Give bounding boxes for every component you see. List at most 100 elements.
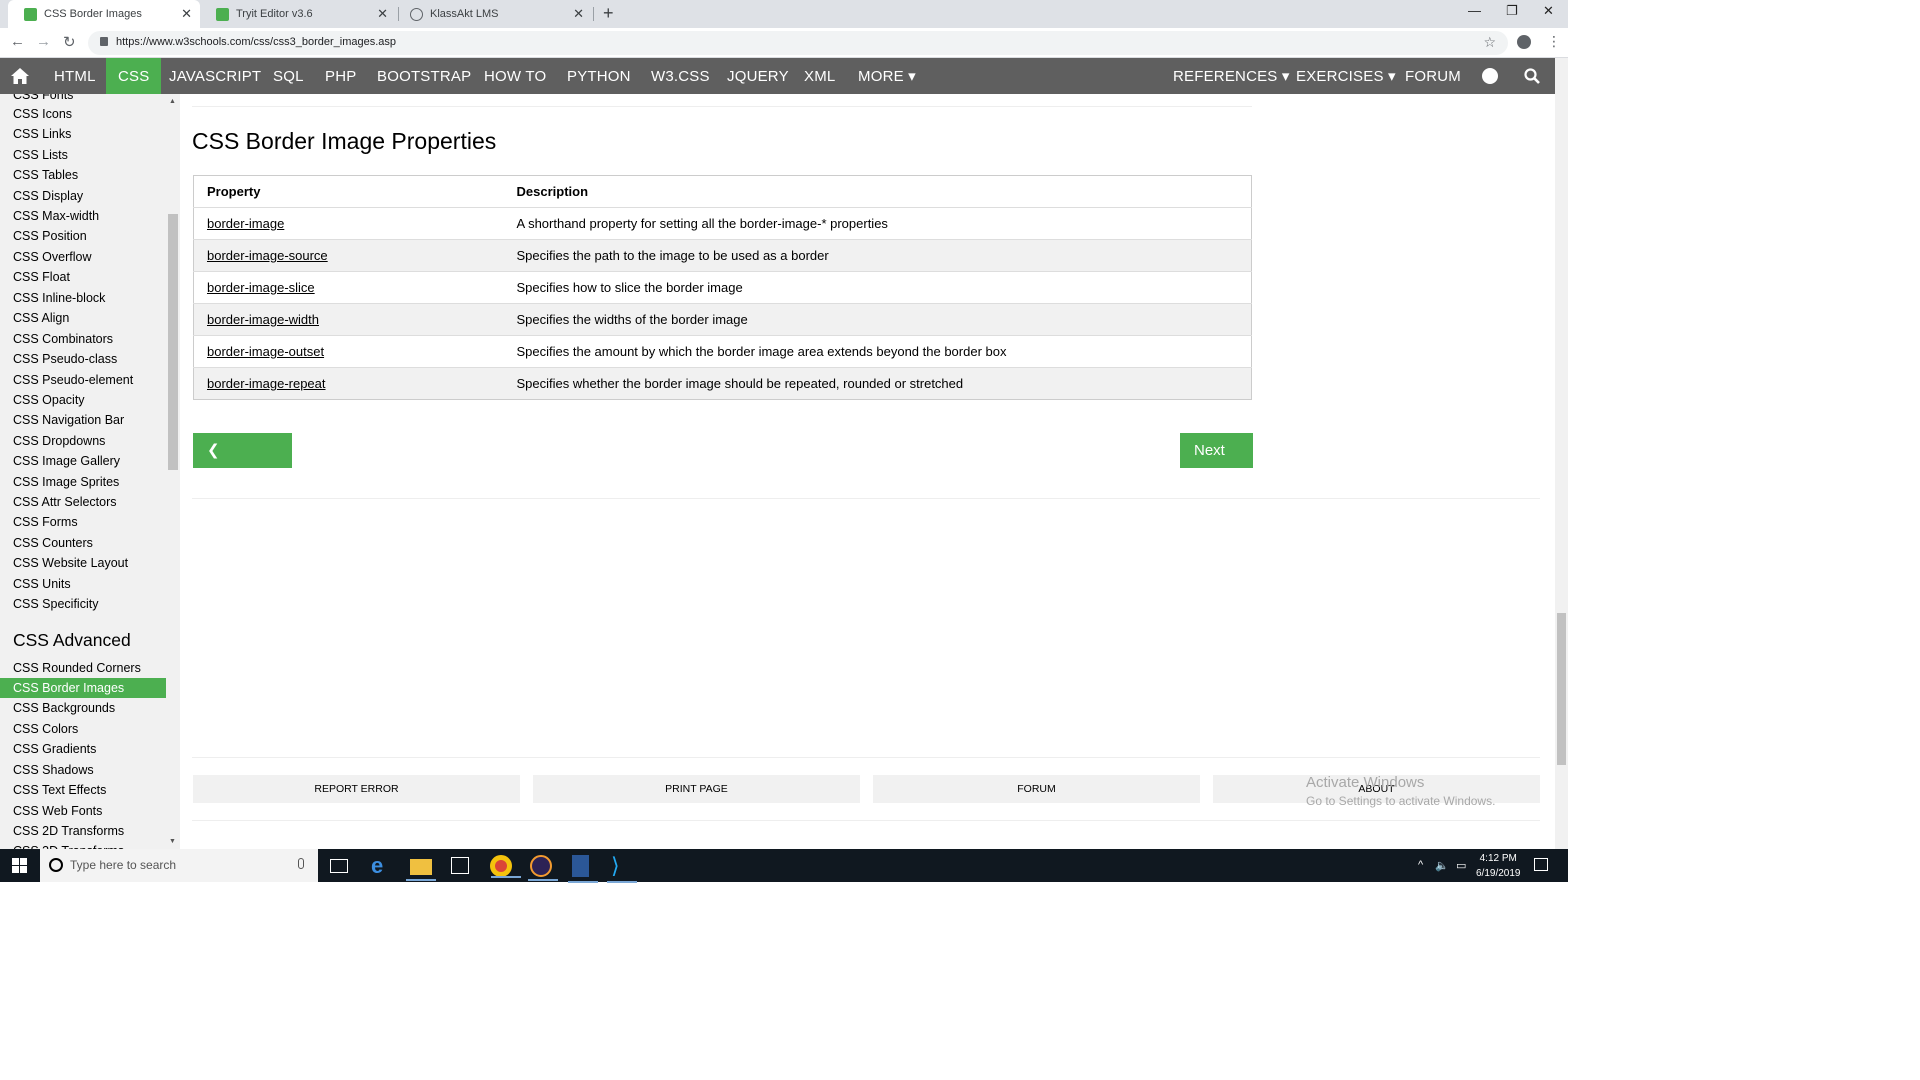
taskbar-search-box[interactable]: Type here to search <box>40 849 318 882</box>
next-button[interactable]: Next ❯ <box>1180 433 1253 494</box>
sidebar-item[interactable]: CSS Opacity <box>0 390 166 410</box>
sidebar-item[interactable]: CSS Display <box>0 186 166 206</box>
sidebar-item[interactable]: CSS Inline-block <box>0 288 166 308</box>
tray-chevron-icon[interactable]: ^ <box>1418 859 1423 871</box>
sidebar-scrollbar[interactable] <box>166 94 180 849</box>
property-link[interactable]: border-image-outset <box>207 344 324 359</box>
sidebar-item[interactable]: CSS Web Fonts <box>0 801 166 821</box>
sidebar-item[interactable]: CSS Colors <box>0 719 166 739</box>
reload-icon[interactable]: ↻ <box>63 33 76 51</box>
tab-tryit-editor[interactable]: Tryit Editor v3.6 ✕ <box>200 0 396 28</box>
nav-jquery[interactable]: JQUERY <box>727 58 789 94</box>
sidebar-item[interactable]: CSS Specificity <box>0 594 166 614</box>
sidebar-item[interactable]: CSS Float <box>0 267 166 287</box>
edge-browser-icon[interactable]: e <box>371 855 393 877</box>
network-icon[interactable]: ▭ <box>1456 859 1466 872</box>
sidebar-item[interactable]: CSS Overflow <box>0 247 166 267</box>
sidebar-item[interactable]: CSS 3D Transforms <box>0 841 166 849</box>
new-tab-icon[interactable]: + <box>603 3 614 24</box>
nav-bootstrap[interactable]: BOOTSTRAP <box>377 58 471 94</box>
microphone-icon[interactable] <box>298 858 304 869</box>
sidebar-item[interactable]: CSS Combinators <box>0 329 166 349</box>
sidebar-item[interactable]: CSS Navigation Bar <box>0 410 166 430</box>
nav-references-dropdown[interactable]: REFERENCES ▾ <box>1173 58 1290 94</box>
home-icon[interactable] <box>10 67 30 85</box>
sidebar-item[interactable]: CSS Pseudo-class <box>0 349 166 369</box>
nav-how-to[interactable]: HOW TO <box>484 58 546 94</box>
sidebar-item[interactable]: CSS Align <box>0 308 166 328</box>
globe-icon[interactable] <box>1482 68 1498 84</box>
report-error-button[interactable]: REPORT ERROR <box>193 775 520 803</box>
sidebar-item[interactable]: CSS Lists <box>0 145 166 165</box>
bookmark-star-icon[interactable]: ☆ <box>1483 34 1496 51</box>
previous-button[interactable]: ❮ Previous <box>193 433 292 494</box>
nav-php[interactable]: PHP <box>325 58 356 94</box>
minimize-icon[interactable]: — <box>1468 3 1481 18</box>
page-scrollbar-thumb[interactable] <box>1557 613 1566 765</box>
nav-forum[interactable]: FORUM <box>1405 58 1461 94</box>
sidebar-item[interactable]: CSS 2D Transforms <box>0 821 166 841</box>
volume-icon[interactable]: 🔈 <box>1435 859 1449 872</box>
sidebar-item[interactable]: CSS Position <box>0 226 166 246</box>
taskbar-clock[interactable]: 4:12 PM 6/19/2019 <box>1476 851 1521 881</box>
scroll-down-arrow-icon[interactable]: ▼ <box>169 838 176 845</box>
sidebar-item[interactable]: CSS Rounded Corners <box>0 658 166 678</box>
nav-xml[interactable]: XML <box>804 58 835 94</box>
sidebar-item[interactable]: CSS Website Layout <box>0 553 166 573</box>
file-explorer-icon[interactable] <box>406 859 436 881</box>
nav-css[interactable]: CSS <box>106 58 162 94</box>
document-app-icon[interactable] <box>568 855 598 883</box>
nav-html[interactable]: HTML <box>54 58 96 94</box>
sidebar-item[interactable]: CSS Units <box>0 574 166 594</box>
windows-start-icon[interactable] <box>12 858 27 873</box>
close-tab-icon[interactable]: ✕ <box>181 6 192 22</box>
sidebar-item[interactable]: CSS Forms <box>0 512 166 532</box>
property-link[interactable]: border-image <box>207 216 284 231</box>
nav-exercises-dropdown[interactable]: EXERCISES ▾ <box>1296 58 1396 94</box>
sidebar-item[interactable]: CSS Image Gallery <box>0 451 166 471</box>
sidebar-item[interactable]: CSS Max-width <box>0 206 166 226</box>
nav-w3css[interactable]: W3.CSS <box>651 58 710 94</box>
sidebar-item[interactable]: CSS Pseudo-element <box>0 370 166 390</box>
nav-more-dropdown[interactable]: MORE ▾ <box>858 58 916 94</box>
nav-sql[interactable]: SQL <box>273 58 304 94</box>
sidebar-scrollbar-thumb[interactable] <box>168 214 178 470</box>
tab-klassakt-lms[interactable]: KlassAkt LMS ✕ <box>394 0 592 28</box>
print-page-button[interactable]: PRINT PAGE <box>533 775 860 803</box>
sidebar-item[interactable]: CSS Image Sprites <box>0 472 166 492</box>
task-view-icon[interactable] <box>330 859 348 873</box>
sidebar-item[interactable]: CSS Attr Selectors <box>0 492 166 512</box>
back-icon[interactable]: ← <box>10 33 25 50</box>
sidebar-item-active[interactable]: CSS Border Images <box>0 678 166 698</box>
address-bar[interactable]: https://www.w3schools.com/css/css3_borde… <box>88 31 1508 55</box>
browser-menu-icon[interactable]: ⋮ <box>1547 33 1561 50</box>
sidebar-item[interactable]: CSS Dropdowns <box>0 431 166 451</box>
nav-javascript[interactable]: JAVASCRIPT <box>169 58 261 94</box>
property-link[interactable]: border-image-slice <box>207 280 315 295</box>
property-link[interactable]: border-image-source <box>207 248 328 263</box>
action-center-icon[interactable] <box>1534 858 1548 871</box>
nav-python[interactable]: PYTHON <box>567 58 631 94</box>
sidebar-item[interactable]: CSS Icons <box>0 104 166 124</box>
property-link[interactable]: border-image-repeat <box>207 376 326 391</box>
eclipse-icon[interactable] <box>528 855 558 881</box>
store-icon[interactable] <box>451 857 469 874</box>
property-link[interactable]: border-image-width <box>207 312 319 327</box>
close-window-icon[interactable]: ✕ <box>1543 3 1554 19</box>
forward-icon[interactable]: → <box>36 33 51 50</box>
sidebar-item[interactable]: CSS Backgrounds <box>0 698 166 718</box>
sidebar-item[interactable]: CSS Text Effects <box>0 780 166 800</box>
close-tab-icon[interactable]: ✕ <box>573 6 584 22</box>
sidebar-item[interactable]: CSS Links <box>0 124 166 144</box>
tab-css-border-images[interactable]: CSS Border Images ✕ <box>8 0 200 28</box>
vscode-icon[interactable]: ⟩ <box>607 855 637 883</box>
account-icon[interactable] <box>1517 35 1531 49</box>
sidebar-item[interactable]: CSS Counters <box>0 533 166 553</box>
chrome-icon[interactable] <box>490 855 521 878</box>
close-tab-icon[interactable]: ✕ <box>377 6 388 22</box>
forum-button[interactable]: FORUM <box>873 775 1200 803</box>
sidebar-item[interactable]: CSS Gradients <box>0 739 166 759</box>
sidebar-item[interactable]: CSS Tables <box>0 165 166 185</box>
restore-icon[interactable]: ❐ <box>1506 3 1518 19</box>
sidebar-item[interactable]: CSS Shadows <box>0 760 166 780</box>
